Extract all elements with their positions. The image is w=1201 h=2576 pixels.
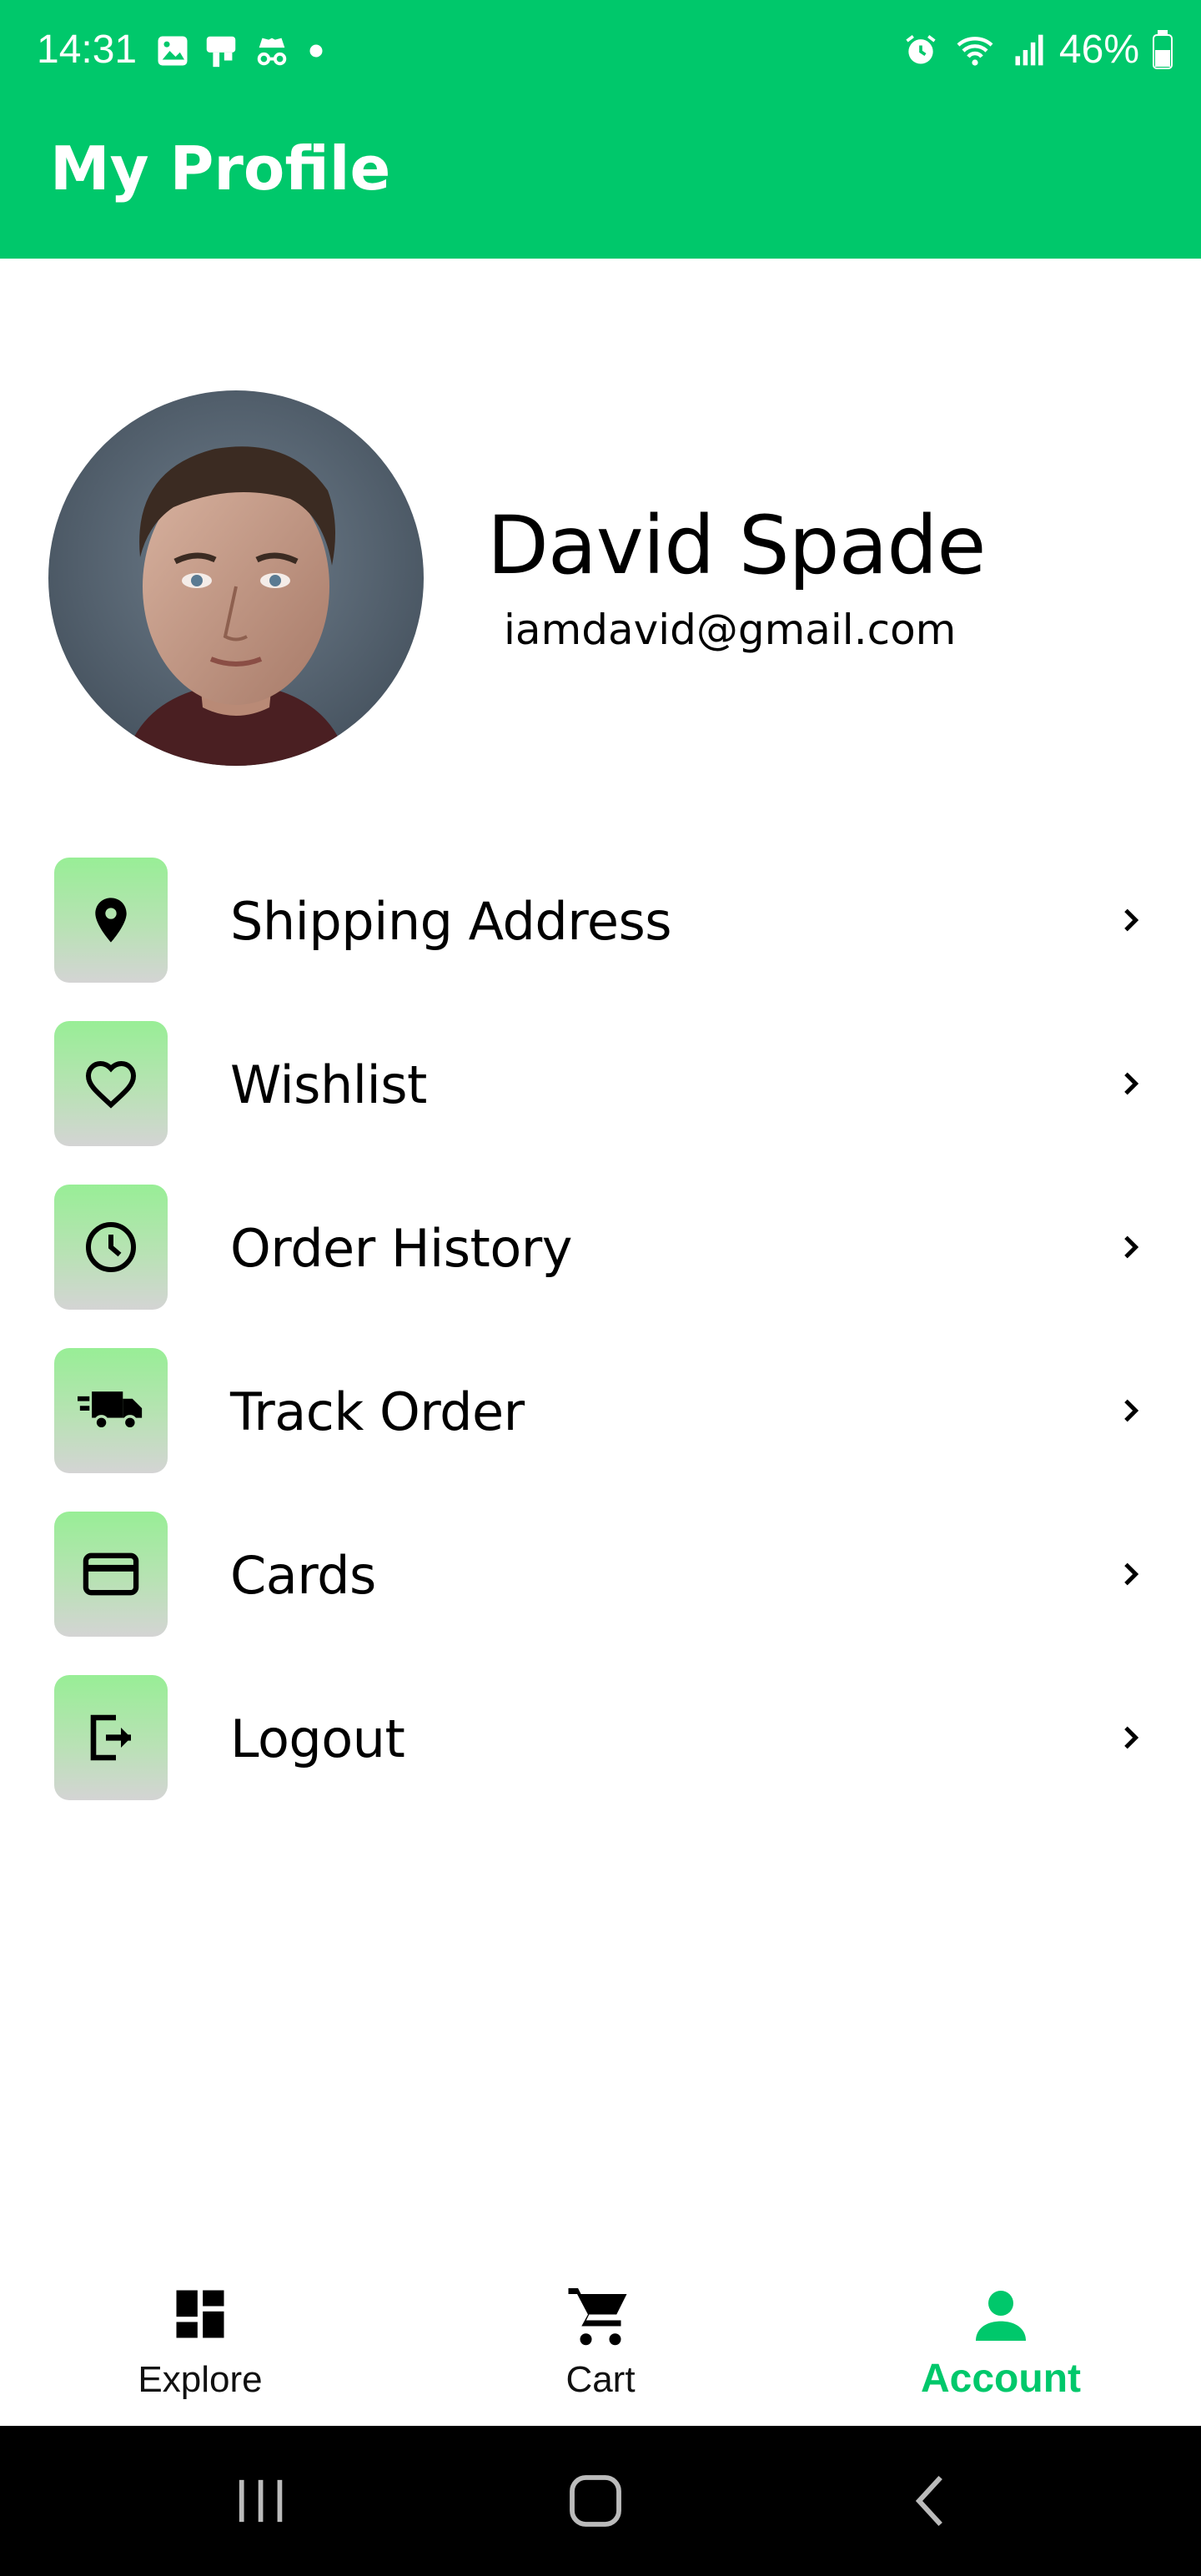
nav-account[interactable]: Account — [801, 2252, 1201, 2426]
logout-icon — [90, 1714, 131, 1761]
status-right: 46% — [902, 27, 1174, 73]
back-button[interactable] — [881, 2468, 981, 2534]
menu-item-logout[interactable]: Logout — [0, 1675, 1201, 1800]
app-header: 14:31 46% My Profile — [0, 0, 1201, 259]
incognito-icon — [257, 38, 287, 66]
credit-card-icon — [83, 1552, 139, 1596]
menu-icon-box — [54, 858, 168, 983]
image-notification-icon — [158, 36, 188, 66]
notification-icons — [155, 32, 329, 70]
cart-icon — [568, 2288, 627, 2346]
menu-item-label: Order History — [230, 1218, 572, 1279]
profile-name: David Spade — [487, 499, 986, 592]
delivery-truck-icon — [78, 1391, 143, 1431]
bottom-navigation: Explore Cart Account — [0, 2252, 1201, 2426]
wifi-icon — [957, 36, 993, 66]
menu-icon-box — [54, 1348, 168, 1473]
menu-item-label: Track Order — [230, 1381, 525, 1442]
nav-label: Account — [921, 2357, 1081, 2401]
menu-item-label: Logout — [230, 1708, 405, 1769]
nav-label: Explore — [138, 2359, 263, 2400]
menu-icon-box — [54, 1021, 168, 1146]
menu-item-order-history[interactable]: Order History — [0, 1185, 1201, 1310]
app-notification-icon — [206, 36, 236, 68]
page-title: My Profile — [50, 133, 391, 204]
chevron-right-icon — [1109, 899, 1151, 941]
status-time: 14:31 — [37, 28, 138, 72]
back-icon — [915, 2475, 942, 2527]
dot-icon — [309, 44, 323, 58]
menu-item-cards[interactable]: Cards — [0, 1512, 1201, 1637]
profile-email: iamdavid@gmail.com — [504, 606, 957, 654]
avatar[interactable] — [48, 390, 424, 766]
nav-cart[interactable]: Cart — [400, 2252, 801, 2426]
nav-label: Cart — [565, 2359, 636, 2400]
heart-icon — [85, 1060, 137, 1109]
battery-percent: 46% — [1058, 28, 1139, 72]
menu-item-label: Wishlist — [230, 1054, 427, 1115]
system-navigation-bar — [0, 2426, 1201, 2576]
menu-icon-box — [54, 1675, 168, 1800]
nav-explore[interactable]: Explore — [0, 2252, 400, 2426]
menu-item-label: Shipping Address — [230, 891, 672, 952]
menu-item-wishlist[interactable]: Wishlist — [0, 1021, 1201, 1146]
menu-item-label: Cards — [230, 1545, 376, 1606]
home-button[interactable] — [545, 2468, 646, 2534]
menu-icon-box — [54, 1512, 168, 1637]
profile-photo — [48, 390, 424, 766]
recent-apps-icon — [239, 2479, 283, 2523]
clock-icon — [86, 1222, 136, 1272]
chevron-right-icon — [1109, 1553, 1151, 1595]
chevron-right-icon — [1109, 1063, 1151, 1104]
menu-icon-box — [54, 1185, 168, 1310]
location-pin-icon — [95, 898, 127, 943]
menu-item-shipping-address[interactable]: Shipping Address — [0, 858, 1201, 983]
person-icon — [976, 2291, 1026, 2341]
chevron-right-icon — [1109, 1226, 1151, 1268]
alarm-icon — [906, 34, 936, 63]
chevron-right-icon — [1109, 1717, 1151, 1758]
dashboard-icon — [176, 2290, 224, 2338]
signal-icon — [1015, 34, 1043, 65]
battery-icon — [1153, 29, 1173, 69]
menu-item-track-order[interactable]: Track Order — [0, 1348, 1201, 1473]
home-icon — [570, 2475, 621, 2527]
chevron-right-icon — [1109, 1390, 1151, 1431]
status-bar: 14:31 46% — [0, 0, 1201, 108]
recent-apps-button[interactable] — [210, 2468, 310, 2534]
